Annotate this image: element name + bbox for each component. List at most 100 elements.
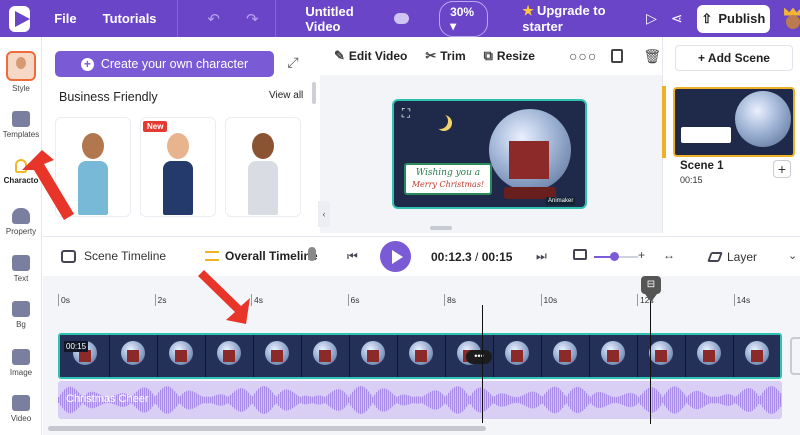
image-icon xyxy=(12,349,30,365)
rail-item-video[interactable]: Video xyxy=(0,395,42,423)
video-frame-thumbnail xyxy=(588,335,638,377)
hover-cursor-line xyxy=(482,305,483,423)
microphone-icon[interactable] xyxy=(308,247,316,261)
stage-resize-handle[interactable] xyxy=(430,226,452,230)
video-track[interactable]: 00:15 ••• xyxy=(58,333,782,379)
video-frame-thumbnail xyxy=(108,335,158,377)
video-canvas[interactable]: ⛶ Wishing you a Merry Christmas! Animake… xyxy=(392,99,587,209)
zoom-in-icon[interactable]: + xyxy=(638,248,645,262)
user-avatar[interactable] xyxy=(782,7,800,30)
rail-item-style[interactable]: Style xyxy=(0,51,42,93)
select-icon[interactable]: ⛶ xyxy=(398,105,414,121)
chevron-down-icon[interactable]: ⌄ xyxy=(788,249,797,262)
upgrade-button[interactable]: ★ Upgrade to starter xyxy=(522,3,626,34)
create-character-label: Create your own character xyxy=(100,57,249,71)
add-scene-icon[interactable]: + xyxy=(773,160,791,178)
ruler-tick: 0s xyxy=(58,294,70,306)
left-rail: Style Templates Characto Property Text B… xyxy=(0,37,42,435)
publish-label: Publish xyxy=(718,11,766,26)
publish-button[interactable]: ⇧ Publish xyxy=(696,4,771,33)
collapse-panel-icon[interactable]: ‹ xyxy=(318,201,330,227)
view-all-link[interactable]: View all xyxy=(269,90,303,101)
scene-active-indicator xyxy=(662,86,666,158)
layer-button[interactable]: Layer xyxy=(707,250,757,264)
timeline-horizontal-scrollbar[interactable] xyxy=(48,426,486,431)
snow-globe-graphic xyxy=(735,91,791,147)
scene-timeline-tab[interactable]: Scene Timeline xyxy=(61,249,166,263)
current-time: 00:12.3 xyxy=(431,250,472,264)
zoom-value: 30% xyxy=(450,4,475,19)
resize-icon: ⧉ xyxy=(483,48,493,63)
skip-back-icon[interactable]: ⏮ xyxy=(347,249,358,264)
zoom-slider-knob[interactable] xyxy=(609,252,619,261)
playhead-line xyxy=(650,294,651,424)
layout-icon[interactable] xyxy=(611,49,624,63)
layer-icon xyxy=(707,252,723,262)
panel-scrollbar[interactable] xyxy=(312,82,316,104)
annotation-arrow-timeline xyxy=(198,270,250,324)
section-title: Business Friendly xyxy=(59,90,158,104)
greeting-card[interactable]: Wishing you a Merry Christmas! xyxy=(404,163,492,195)
track-more-icon[interactable]: ••• xyxy=(466,350,492,364)
character-card[interactable] xyxy=(225,117,301,217)
undo-icon[interactable]: ↶ xyxy=(207,10,220,28)
rail-item-image[interactable]: Image xyxy=(0,349,42,377)
audio-track[interactable]: Christmas Cheer xyxy=(58,381,782,419)
redo-icon[interactable]: ↷ xyxy=(246,10,259,28)
skip-forward-icon[interactable]: ⏭ xyxy=(536,249,547,264)
plus-icon: + xyxy=(80,57,94,71)
audio-track-label: Christmas Cheer xyxy=(66,393,149,405)
time-display: 00:12.3 / 00:15 xyxy=(431,250,513,264)
new-badge: New xyxy=(143,121,168,132)
resize-button[interactable]: ⧉ Resize xyxy=(484,48,535,64)
rail-item-text[interactable]: Text xyxy=(0,255,42,283)
trim-button[interactable]: ✂ Trim xyxy=(425,48,465,64)
zoom-dropdown[interactable]: 30% ▾ xyxy=(439,0,489,37)
play-button[interactable] xyxy=(380,241,411,272)
moon-graphic xyxy=(432,113,448,129)
video-frame-thumbnail xyxy=(252,335,302,377)
video-icon xyxy=(12,395,30,411)
video-frame-thumbnail xyxy=(348,335,398,377)
tutorials-menu[interactable]: Tutorials xyxy=(103,11,157,26)
video-frame-thumbnail xyxy=(540,335,590,377)
video-frame-thumbnail xyxy=(492,335,542,377)
scene-name[interactable]: Scene 1 xyxy=(680,160,723,172)
preview-play-icon[interactable]: ▷ xyxy=(646,10,657,27)
overall-timeline-tab[interactable]: Overall Timeline xyxy=(205,249,318,263)
add-scene-button[interactable]: + Add Scene xyxy=(675,45,793,71)
scene-timeline-icon xyxy=(61,249,76,263)
track-end-handle[interactable] xyxy=(790,337,800,375)
file-menu[interactable]: File xyxy=(54,11,76,26)
upload-icon: ⇧ xyxy=(701,10,713,26)
app-logo[interactable] xyxy=(9,5,31,32)
expand-icon[interactable]: ⤢ xyxy=(283,54,303,74)
video-track-duration: 00:15 xyxy=(64,341,89,352)
total-time: 00:15 xyxy=(481,250,513,264)
watermark-tag: Animaker xyxy=(546,197,576,205)
ruler-tick: 8s xyxy=(444,294,456,306)
greeting-line-2: Merry Christmas! xyxy=(411,180,485,189)
zoom-preview-icon[interactable] xyxy=(573,249,587,260)
timeline-zoom-slider[interactable] xyxy=(594,252,638,261)
ruler-tick: 2s xyxy=(154,294,166,306)
rail-item-templates[interactable]: Templates xyxy=(0,111,42,139)
project-title[interactable]: Untitled Video xyxy=(305,4,376,34)
edit-video-button[interactable]: ✎ Edit Video xyxy=(334,48,407,64)
edit-toolbar: ✎ Edit Video ✂ Trim ⧉ Resize ○○○ 🗑 xyxy=(320,37,662,75)
share-icon[interactable]: ⋖ xyxy=(671,10,683,27)
character-card[interactable] xyxy=(140,117,216,217)
playhead-tip xyxy=(645,294,657,302)
create-character-button[interactable]: + Create your own character xyxy=(55,51,274,77)
background-icon xyxy=(12,301,30,317)
timeline-ruler[interactable]: 0s 2s 4s 6s 8s 10s 12s 14s xyxy=(58,294,800,306)
ruler-tick: 6s xyxy=(347,294,359,306)
playhead-handle[interactable]: ⊟ xyxy=(641,276,661,294)
pencil-icon: ✎ xyxy=(334,48,345,63)
rail-item-bg[interactable]: Bg xyxy=(0,301,42,329)
fit-icon[interactable]: ↔ xyxy=(663,248,675,262)
upgrade-label: Upgrade to starter xyxy=(522,3,606,34)
trash-icon[interactable]: 🗑 xyxy=(643,48,661,65)
scene-thumbnail[interactable] xyxy=(673,87,795,157)
more-options-icon[interactable]: ○○○ xyxy=(569,48,597,64)
